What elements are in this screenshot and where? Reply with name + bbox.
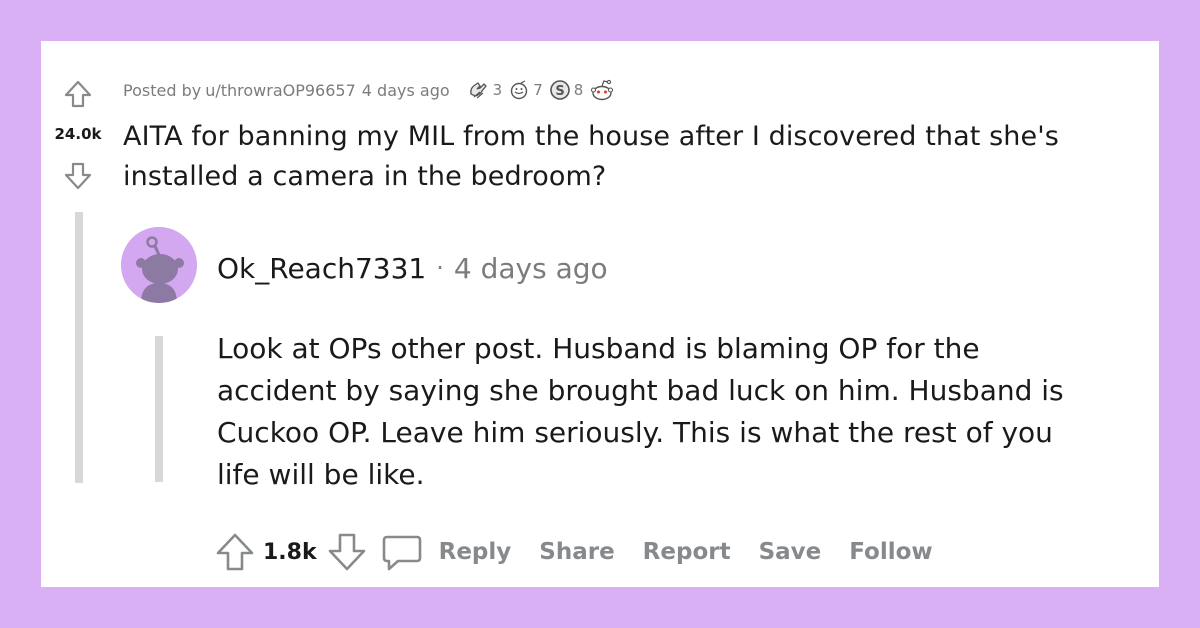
comment-actions: 1.8k Reply Share Report Save Follow [215, 529, 961, 575]
post-upvote-button[interactable] [63, 79, 93, 109]
comment-downvote-button[interactable] [327, 532, 367, 572]
comment-collapse-line[interactable] [155, 336, 163, 482]
snoo-award-icon [591, 79, 614, 101]
comment-upvote-button[interactable] [215, 532, 255, 572]
award-count: 7 [533, 81, 543, 99]
share-button[interactable]: Share [539, 539, 614, 565]
downvote-arrow-icon [64, 162, 92, 190]
comment-header: Ok_Reach7331 · 4 days ago [217, 248, 608, 288]
posted-by-label: Posted by [123, 80, 202, 100]
snoo-avatar-icon [121, 227, 197, 303]
award-hands[interactable]: 3 [468, 80, 503, 100]
save-button[interactable]: Save [759, 539, 822, 565]
upvote-arrow-icon [216, 533, 254, 571]
silver-award-icon: S [549, 80, 570, 100]
comment-bubble-icon [382, 535, 421, 571]
svg-text:S: S [555, 84, 564, 99]
post-downvote-button[interactable] [63, 161, 93, 191]
award-count: 8 [573, 81, 584, 99]
face-award-icon [510, 80, 528, 100]
post-card: 24.0k Posted by u/throwraOP96657 4 days … [41, 41, 1159, 587]
comment-score: 1.8k [263, 539, 317, 565]
upvote-arrow-icon [64, 80, 92, 108]
award-count: 3 [492, 81, 503, 99]
reply-icon-button[interactable] [381, 532, 423, 572]
report-button[interactable]: Report [643, 539, 731, 565]
downvote-arrow-icon [328, 533, 365, 571]
award-face[interactable]: 7 [508, 80, 543, 100]
post-author-link[interactable]: u/throwraOP96657 [205, 81, 356, 100]
comment-body: Look at OPs other post. Husband is blami… [217, 332, 1064, 491]
avatar[interactable] [121, 227, 197, 303]
post-meta: Posted by u/throwraOP96657 4 days ago 3 … [123, 78, 615, 102]
comment-time[interactable]: 4 days ago [454, 252, 608, 285]
hands-award-icon [469, 82, 487, 99]
reply-button[interactable]: Reply [439, 539, 512, 565]
award-snoo[interactable] [589, 78, 615, 102]
post-time: 4 days ago [361, 80, 450, 100]
follow-button[interactable]: Follow [849, 539, 932, 565]
post-title[interactable]: AITA for banning my MIL from the house a… [123, 117, 1153, 197]
award-silver[interactable]: S 8 [549, 79, 584, 101]
thread-collapse-line[interactable] [75, 212, 83, 483]
comment-author-link[interactable]: Ok_Reach7331 [217, 252, 426, 285]
post-score: 24.0k [54, 125, 102, 143]
separator-dot: · [436, 254, 444, 282]
